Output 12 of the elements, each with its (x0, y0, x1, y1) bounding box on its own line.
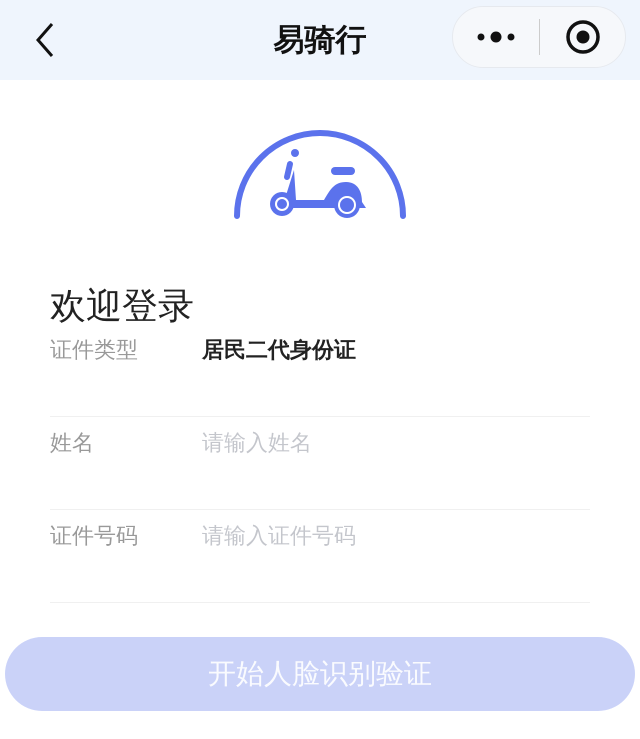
field-label: 证件类型 (50, 336, 139, 364)
scooter-logo-icon (234, 130, 406, 220)
field-label: 姓名 (50, 429, 95, 457)
input-field[interactable]: 请输入姓名 (202, 427, 590, 459)
back-icon (34, 22, 54, 58)
input-field[interactable]: 请输入证件号码 (202, 520, 590, 552)
field-label: 证件号码 (50, 522, 139, 550)
more-icon (477, 31, 515, 43)
id-type-value[interactable]: 居民二代身份证 (202, 334, 356, 366)
page-title: 易骑行 (274, 20, 366, 59)
welcome-heading: 欢迎登录 (50, 284, 195, 328)
target-icon (564, 19, 600, 55)
